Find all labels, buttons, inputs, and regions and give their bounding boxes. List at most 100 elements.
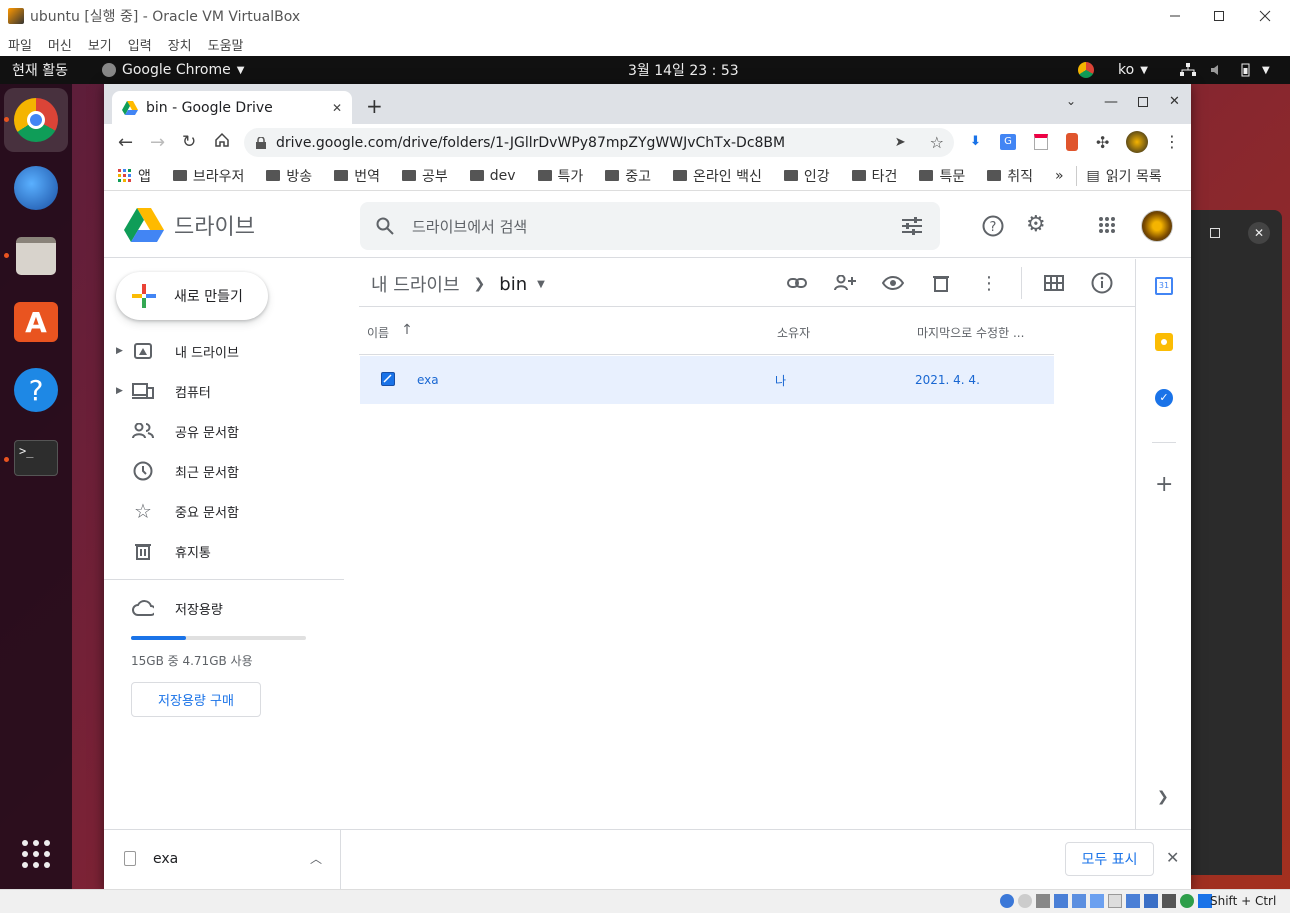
chrome-close-icon[interactable]: ✕ — [1169, 94, 1180, 109]
menu-input[interactable]: 입력 — [128, 35, 152, 54]
nav-shared[interactable]: 공유 문서함 — [104, 413, 344, 449]
account-avatar[interactable] — [1141, 210, 1173, 242]
google-apps-icon[interactable] — [1098, 216, 1116, 234]
expand-arrow-icon[interactable]: ▶ — [116, 386, 123, 396]
new-tab-icon[interactable]: + — [366, 94, 383, 118]
column-modified[interactable]: 마지막으로 수정한 ... — [917, 324, 1024, 341]
collapse-panel-icon[interactable]: ❯ — [1157, 789, 1169, 805]
new-button[interactable]: 새로 만들기 — [116, 272, 268, 320]
keep-icon[interactable] — [1155, 333, 1173, 351]
breadcrumb-root[interactable]: 내 드라이브 — [371, 271, 460, 297]
show-all-button[interactable]: 모두 표시 — [1065, 842, 1154, 876]
minimize-button[interactable] — [1152, 0, 1198, 32]
buy-storage-button[interactable]: 저장용량 구매 — [131, 682, 261, 717]
address-bar[interactable]: drive.google.com/drive/folders/1-JGllrDv… — [244, 128, 954, 157]
audio-icon[interactable] — [1036, 894, 1050, 908]
breadcrumb-current[interactable]: bin ▼ — [499, 274, 545, 295]
nav-recent[interactable]: 최근 문서함 — [104, 453, 344, 489]
calendar-extension-icon[interactable] — [1034, 134, 1048, 150]
settings-gear-icon[interactable]: ⚙ — [1026, 214, 1046, 236]
help-icon[interactable]: ? — [12, 366, 60, 414]
bookmark-folder[interactable]: 인강 — [783, 166, 830, 186]
close-button[interactable] — [1242, 0, 1288, 32]
bookmark-folder[interactable]: 특문 — [919, 166, 965, 186]
bg-maximize-icon[interactable] — [1210, 228, 1220, 238]
clock[interactable]: 3월 14일 23 : 53 — [628, 56, 739, 84]
volume-icon[interactable] — [1210, 56, 1224, 84]
reload-icon[interactable]: ↻ — [182, 132, 196, 152]
tasks-icon[interactable]: ✓ — [1155, 389, 1173, 407]
details-info-icon[interactable] — [1090, 271, 1114, 295]
menu-machine[interactable]: 머신 — [48, 35, 72, 54]
download-item[interactable]: exa ︿ — [104, 830, 341, 889]
bookmark-folder[interactable]: 공부 — [401, 166, 448, 186]
chrome-tray-icon[interactable] — [1078, 56, 1094, 84]
help-support-icon[interactable]: ? — [982, 215, 1004, 237]
cpu-icon[interactable] — [1144, 894, 1158, 908]
expand-arrow-icon[interactable]: ▶ — [116, 346, 123, 356]
tab-drive[interactable]: bin - Google Drive ✕ — [112, 91, 352, 124]
bookmark-folder[interactable]: dev — [469, 168, 516, 184]
thunderbird-icon[interactable] — [12, 164, 60, 212]
drive-search[interactable]: 드라이브에서 검색 — [360, 202, 940, 250]
chrome-menu-icon[interactable]: ⋮ — [1164, 132, 1180, 151]
display-icon[interactable] — [1108, 894, 1122, 908]
extensions-puzzle-icon[interactable]: ✣ — [1096, 133, 1109, 152]
more-actions-icon[interactable]: ⋮ — [977, 271, 1001, 295]
app-menu[interactable]: Google Chrome ▼ — [102, 56, 244, 84]
vt-icon[interactable] — [1162, 894, 1176, 908]
profile-avatar[interactable] — [1126, 131, 1148, 153]
close-download-bar-icon[interactable]: ✕ — [1166, 848, 1179, 867]
bookmark-folder[interactable]: 취직 — [987, 166, 1033, 186]
bookmark-folder[interactable]: 방송 — [266, 166, 312, 186]
add-addon-icon[interactable]: + — [1155, 474, 1173, 496]
guest-additions-icon[interactable] — [1180, 894, 1194, 908]
menu-help[interactable]: 도움말 — [208, 35, 244, 54]
red-extension-icon[interactable] — [1066, 133, 1078, 151]
network-icon[interactable] — [1180, 56, 1196, 84]
battery-icon[interactable] — [1238, 56, 1252, 84]
bookmark-folder[interactable]: 타건 — [851, 166, 897, 186]
nav-storage[interactable]: 저장용량 — [104, 590, 344, 626]
hdd-icon[interactable] — [1000, 894, 1014, 908]
software-icon[interactable]: A — [12, 298, 60, 346]
chrome-minimize-icon[interactable]: — — [1104, 94, 1118, 110]
share-add-person-icon[interactable] — [833, 271, 857, 295]
language-indicator[interactable]: ko ▼ — [1118, 56, 1148, 84]
bg-close-icon[interactable]: ✕ — [1248, 222, 1270, 244]
bookmark-apps[interactable]: 앱 — [118, 166, 151, 186]
table-row[interactable]: exa 나 2021. 4. 4. — [360, 356, 1054, 404]
menu-file[interactable]: 파일 — [8, 35, 32, 54]
drive-logo[interactable]: 드라이브 — [124, 208, 255, 242]
activities-button[interactable]: 현재 활동 — [12, 56, 68, 84]
calendar-icon[interactable]: 31 — [1155, 277, 1173, 295]
optical-icon[interactable] — [1018, 894, 1032, 908]
send-tab-icon[interactable]: ➤ — [895, 135, 906, 150]
usb-icon[interactable] — [1072, 894, 1086, 908]
recording-icon[interactable] — [1126, 894, 1140, 908]
nav-starred[interactable]: ☆ 중요 문서함 — [104, 493, 344, 529]
files-icon[interactable] — [12, 232, 60, 280]
bookmarks-overflow[interactable]: » — [1055, 168, 1064, 184]
bookmark-folder[interactable]: 중고 — [605, 166, 651, 186]
grid-view-icon[interactable] — [1042, 271, 1066, 295]
menu-devices[interactable]: 장치 — [168, 35, 192, 54]
maximize-button[interactable] — [1196, 0, 1242, 32]
bookmark-folder[interactable]: 온라인 백신 — [673, 166, 762, 186]
home-icon[interactable] — [214, 132, 230, 148]
get-link-icon[interactable] — [785, 271, 809, 295]
system-menu-chevron-icon[interactable]: ▼ — [1262, 56, 1270, 84]
back-icon[interactable]: ← — [118, 132, 133, 153]
preview-eye-icon[interactable] — [881, 271, 905, 295]
bookmark-folder[interactable]: 특가 — [537, 166, 583, 186]
reading-list[interactable]: ▤ 읽기 목록 — [1075, 165, 1162, 186]
terminal-icon[interactable]: >_ — [12, 434, 60, 482]
chrome-maximize-icon[interactable] — [1138, 97, 1148, 107]
forward-icon[interactable]: → — [150, 132, 165, 153]
translate-extension-icon[interactable]: G — [1000, 134, 1016, 150]
sort-arrow-up-icon[interactable]: ↑ — [401, 323, 413, 341]
chevron-up-icon[interactable]: ︿ — [310, 850, 322, 867]
column-name[interactable]: 이름 ↑ — [367, 323, 413, 341]
nav-trash[interactable]: 휴지통 — [104, 533, 344, 569]
extension-download-icon[interactable]: ⬇ — [970, 134, 984, 150]
